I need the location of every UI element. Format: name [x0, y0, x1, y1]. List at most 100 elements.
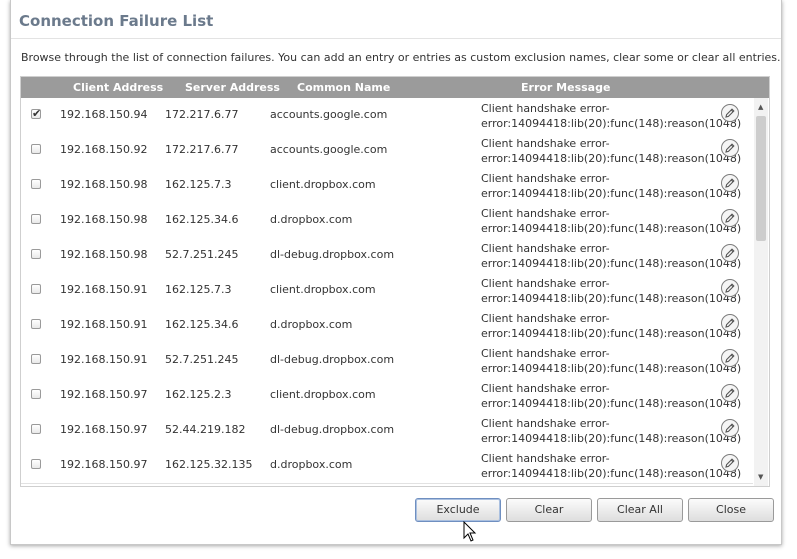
common-name-cell: dl-debug.dropbox.com	[270, 248, 395, 261]
server-address-cell: 162.125.2.3	[165, 388, 232, 401]
scroll-down-icon[interactable]: ▼	[758, 473, 763, 481]
error-message-cell: Client handshake error-error:14094418:li…	[481, 451, 741, 481]
vertical-scrollbar[interactable]: ▲ ▼	[754, 98, 768, 486]
error-message-detail: error:14094418:lib(20):func(148):reason(…	[481, 397, 742, 410]
pencil-icon[interactable]	[721, 349, 739, 367]
connection-failure-dialog: Connection Failure List Browse through t…	[10, 0, 782, 545]
error-message-line: Client handshake error-	[481, 137, 610, 150]
table-row[interactable]: 192.168.150.98 162.125.34.6 d.dropbox.com C…	[21, 203, 753, 239]
error-message-line: Client handshake error-	[481, 277, 610, 290]
server-address-cell: 52.7.251.245	[165, 248, 239, 261]
error-message-cell: Client handshake error-error:14094418:li…	[481, 311, 741, 341]
client-address-cell: 192.168.150.97	[60, 458, 148, 471]
row-checkbox[interactable]	[31, 179, 41, 189]
client-address-cell: 192.168.150.98	[60, 178, 148, 191]
error-message-cell: Client handshake error-error:14094418:li…	[481, 416, 741, 446]
column-header-error-message[interactable]: Error Message	[521, 81, 610, 94]
table-row[interactable]: 192.168.150.91 162.125.7.3 client.dropbox.…	[21, 273, 753, 309]
server-address-cell: 162.125.34.6	[165, 318, 239, 331]
table-row[interactable]: 192.168.150.91 162.125.34.6 d.dropbox.com C…	[21, 308, 753, 344]
row-checkbox[interactable]	[31, 389, 41, 399]
row-checkbox[interactable]	[31, 144, 41, 154]
server-address-cell: 162.125.34.6	[165, 213, 239, 226]
scrollbar-thumb[interactable]	[756, 116, 766, 241]
row-checkbox[interactable]	[31, 214, 41, 224]
pencil-icon[interactable]	[721, 104, 739, 122]
pencil-icon[interactable]	[721, 139, 739, 157]
clear-all-button[interactable]: Clear All	[597, 498, 683, 522]
error-message-cell: Client handshake error-error:14094418:li…	[481, 241, 741, 271]
row-checkbox[interactable]	[31, 284, 41, 294]
row-checkbox[interactable]	[31, 424, 41, 434]
checkmark-icon: ✔	[32, 107, 42, 120]
error-message-line: Client handshake error-	[481, 347, 610, 360]
column-header-server-address[interactable]: Server Address	[185, 81, 280, 94]
column-header-client-address[interactable]: Client Address	[73, 81, 163, 94]
grid-rows: ✔ 192.168.150.94 172.217.6.77 accounts.goog…	[21, 98, 753, 486]
common-name-cell: accounts.google.com	[270, 108, 388, 121]
column-header-common-name[interactable]: Common Name	[297, 81, 390, 94]
error-message-cell: Client handshake error-error:14094418:li…	[481, 381, 741, 411]
pencil-icon[interactable]	[721, 279, 739, 297]
pencil-icon[interactable]	[721, 244, 739, 262]
client-address-cell: 192.168.150.98	[60, 248, 148, 261]
dialog-description: Browse through the list of connection fa…	[21, 51, 781, 64]
row-checkbox[interactable]	[31, 354, 41, 364]
row-checkbox[interactable]: ✔	[31, 107, 42, 120]
common-name-cell: client.dropbox.com	[270, 178, 376, 191]
row-checkbox[interactable]	[31, 319, 41, 329]
server-address-cell: 162.125.7.3	[165, 283, 232, 296]
error-message-detail: error:14094418:lib(20):func(148):reason(…	[481, 327, 742, 340]
exclude-button[interactable]: Exclude	[415, 498, 501, 522]
error-message-line: Client handshake error-	[481, 242, 610, 255]
client-address-cell: 192.168.150.97	[60, 423, 148, 436]
error-message-detail: error:14094418:lib(20):func(148):reason(…	[481, 152, 742, 165]
row-checkbox[interactable]	[31, 249, 41, 259]
error-message-line: Client handshake error-	[481, 452, 610, 465]
common-name-cell: accounts.google.com	[270, 143, 388, 156]
common-name-cell: d.dropbox.com	[270, 458, 353, 471]
client-address-cell: 192.168.150.91	[60, 353, 148, 366]
client-address-cell: 192.168.150.98	[60, 213, 148, 226]
error-message-cell: Client handshake error-error:14094418:li…	[481, 171, 741, 201]
pencil-icon[interactable]	[721, 384, 739, 402]
pencil-icon[interactable]	[721, 419, 739, 437]
table-row[interactable]: 192.168.150.92 172.217.6.77 accounts.googl…	[21, 133, 753, 169]
error-message-detail: error:14094418:lib(20):func(148):reason(…	[481, 187, 742, 200]
pencil-icon[interactable]	[721, 454, 739, 472]
table-row[interactable]: 192.168.150.97 52.44.219.182 dl-debug.drop…	[21, 413, 753, 449]
common-name-cell: d.dropbox.com	[270, 318, 353, 331]
clear-button[interactable]: Clear	[506, 498, 592, 522]
table-row[interactable]: 192.168.150.98 162.125.7.3 client.dropbox.…	[21, 168, 753, 204]
table-row[interactable]: ✔ 192.168.150.94 172.217.6.77 accounts.goog…	[21, 98, 753, 134]
mouse-pointer-icon	[463, 521, 477, 542]
error-message-detail: error:14094418:lib(20):func(148):reason(…	[481, 432, 742, 445]
error-message-cell: Client handshake error-error:14094418:li…	[481, 346, 741, 376]
pencil-icon[interactable]	[721, 209, 739, 227]
client-address-cell: 192.168.150.91	[60, 283, 148, 296]
pencil-icon[interactable]	[721, 314, 739, 332]
common-name-cell: dl-debug.dropbox.com	[270, 353, 395, 366]
error-message-detail: error:14094418:lib(20):func(148):reason(…	[481, 292, 742, 305]
table-row[interactable]: 192.168.150.97 162.125.32.135 d.dropbox.co…	[21, 448, 753, 484]
grid-header: Client Address Server Address Common Nam…	[21, 77, 769, 98]
error-message-line: Client handshake error-	[481, 312, 610, 325]
close-button[interactable]: Close	[688, 498, 774, 522]
common-name-cell: client.dropbox.com	[270, 388, 376, 401]
scroll-up-icon[interactable]: ▲	[758, 103, 763, 111]
pencil-icon[interactable]	[721, 174, 739, 192]
row-checkbox[interactable]	[31, 459, 41, 469]
server-address-cell: 52.44.219.182	[165, 423, 246, 436]
table-row[interactable]: 192.168.150.91 52.7.251.245 dl-debug.dropb…	[21, 343, 753, 379]
error-message-detail: error:14094418:lib(20):func(148):reason(…	[481, 257, 742, 270]
table-row[interactable]: 192.168.150.97 162.125.2.3 client.dropbox.…	[21, 378, 753, 414]
common-name-cell: d.dropbox.com	[270, 213, 353, 226]
server-address-cell: 172.217.6.77	[165, 143, 239, 156]
error-message-line: Client handshake error-	[481, 382, 610, 395]
table-row[interactable]: 192.168.150.98 52.7.251.245 dl-debug.dropb…	[21, 238, 753, 274]
server-address-cell: 52.7.251.245	[165, 353, 239, 366]
client-address-cell: 192.168.150.91	[60, 318, 148, 331]
error-message-line: Client handshake error-	[481, 172, 610, 185]
error-message-detail: error:14094418:lib(20):func(148):reason(…	[481, 362, 742, 375]
error-message-cell: Client handshake error-error:14094418:li…	[481, 101, 741, 131]
